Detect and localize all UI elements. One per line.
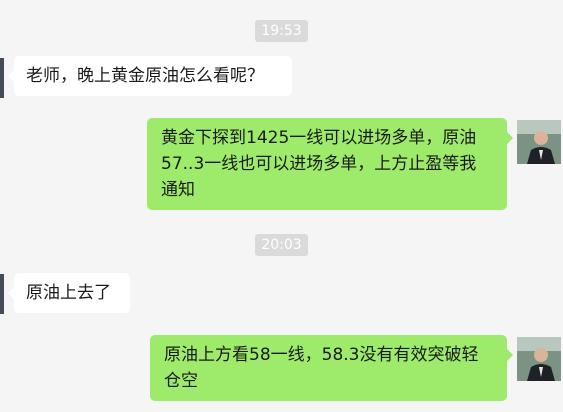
- received-message-bubble[interactable]: 老师，晚上黄金原油怎么看呢？: [8, 56, 292, 96]
- message-text: 原油上去了: [26, 283, 111, 303]
- message-text: 老师，晚上黄金原油怎么看呢？: [26, 66, 264, 86]
- timestamp: 19:53: [0, 20, 563, 42]
- contact-avatar[interactable]: [0, 58, 4, 98]
- message-text: 黄金下探到1425一线可以进场多单，原油57..3一线也可以进场多单，上方止盈等…: [161, 128, 477, 200]
- received-message-bubble[interactable]: 原油上去了: [8, 273, 130, 313]
- user-avatar[interactable]: [517, 120, 561, 164]
- sent-message-bubble[interactable]: 原油上方看58一线，58.3没有有效突破轻仓空: [150, 335, 513, 401]
- sent-message-bubble[interactable]: 黄金下探到1425一线可以进场多单，原油57..3一线也可以进场多单，上方止盈等…: [147, 118, 513, 210]
- user-avatar[interactable]: [517, 337, 561, 381]
- timestamp: 20:03: [0, 234, 563, 256]
- person-photo-icon: [517, 120, 561, 164]
- timestamp-label: 20:03: [255, 234, 308, 256]
- person-photo-icon: [517, 337, 561, 381]
- timestamp-label: 19:53: [255, 20, 308, 42]
- message-text: 原油上方看58一线，58.3没有有效突破轻仓空: [164, 345, 479, 391]
- contact-avatar[interactable]: [0, 274, 4, 314]
